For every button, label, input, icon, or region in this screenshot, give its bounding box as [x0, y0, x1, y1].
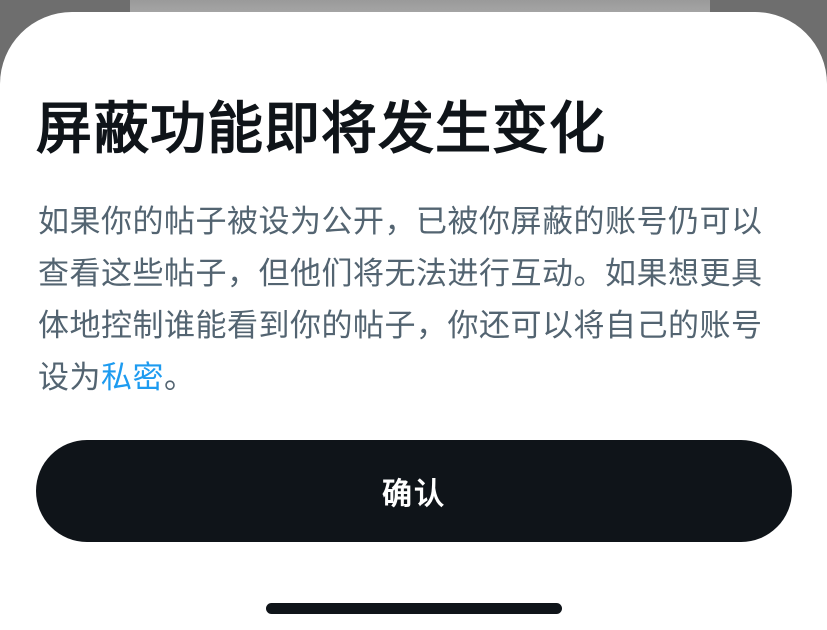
bottom-sheet-dialog: 屏蔽功能即将发生变化 如果你的帖子被设为公开，已被你屏蔽的账号仍可以查看这些帖子… [0, 12, 827, 630]
home-indicator [266, 603, 562, 614]
dialog-body-end: 。 [164, 360, 196, 396]
dialog-body: 如果你的帖子被设为公开，已被你屏蔽的账号仍可以查看这些帖子，但他们将无法进行互动… [38, 196, 793, 404]
dialog-title: 屏蔽功能即将发生变化 [36, 97, 606, 162]
private-account-link[interactable]: 私密 [101, 360, 164, 396]
confirm-button[interactable]: 确认 [36, 440, 792, 542]
